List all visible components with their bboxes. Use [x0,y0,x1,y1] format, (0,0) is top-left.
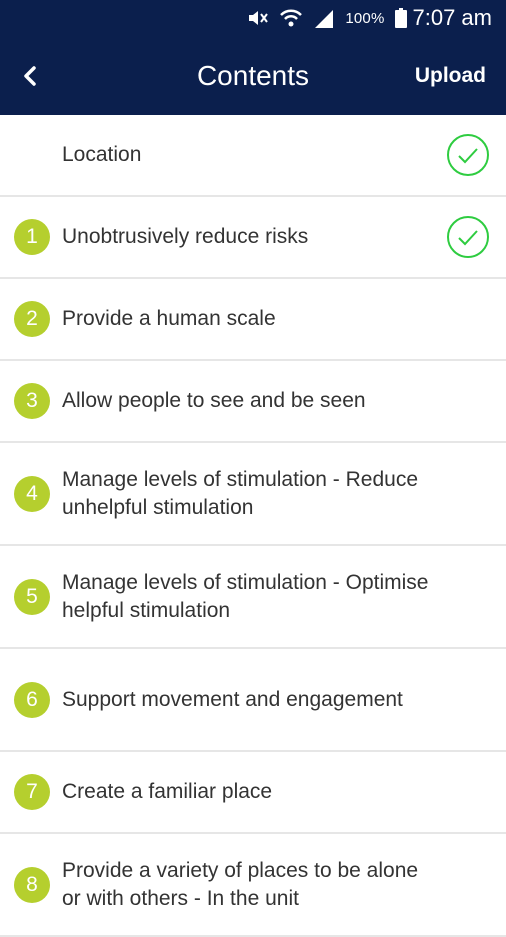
list-item-2[interactable]: 2 Provide a human scale [0,279,506,361]
list-item-3[interactable]: 3 Allow people to see and be seen [0,361,506,443]
app-bar: Contents Upload [0,36,506,115]
item-number-badge: 1 [14,219,50,255]
check-circle-icon [447,216,489,258]
signal-icon [313,8,335,28]
status-bar: 100% 7:07 am [0,0,506,36]
item-number-badge: 7 [14,774,50,810]
item-number-badge: 2 [14,301,50,337]
item-number-badge: 5 [14,578,50,615]
contents-list: Location 1 Unobtrusively reduce risks 2 … [0,115,506,937]
battery-icon [394,8,407,28]
item-label: Manage levels of stimulation - Reduce un… [62,467,419,519]
item-label: Provide a human scale [62,307,276,330]
upload-button[interactable]: Upload [415,64,486,88]
back-button[interactable] [14,60,46,92]
item-label: Provide a variety of places to be alone … [62,858,419,910]
check-circle-icon [447,134,489,176]
battery-percentage: 100% [345,9,385,27]
item-label: Manage levels of stimulation - Optimise … [62,570,429,622]
list-item-1[interactable]: 1 Unobtrusively reduce risks [0,197,506,279]
item-number-badge: 6 [14,681,50,718]
item-label: Allow people to see and be seen [62,389,366,412]
item-number-badge: 8 [14,866,50,903]
list-item-6[interactable]: 6 Support movement and engagement [0,649,506,752]
wifi-icon [279,8,303,28]
chevron-left-icon [24,66,36,86]
item-number-badge: 3 [14,383,50,419]
clock: 7:07 am [412,5,493,30]
list-item-7[interactable]: 7 Create a familiar place [0,752,506,834]
list-item-4[interactable]: 4 Manage levels of stimulation - Reduce … [0,443,506,546]
mute-icon [247,9,269,27]
item-number-badge: 4 [14,475,50,512]
list-item-location[interactable]: Location [0,115,506,197]
item-label: Unobtrusively reduce risks [62,225,309,248]
list-item-8[interactable]: 8 Provide a variety of places to be alon… [0,834,506,937]
list-item-5[interactable]: 5 Manage levels of stimulation - Optimis… [0,546,506,649]
item-label: Support movement and engagement [62,687,403,711]
item-label: Location [62,143,142,166]
item-label: Create a familiar place [62,780,273,803]
